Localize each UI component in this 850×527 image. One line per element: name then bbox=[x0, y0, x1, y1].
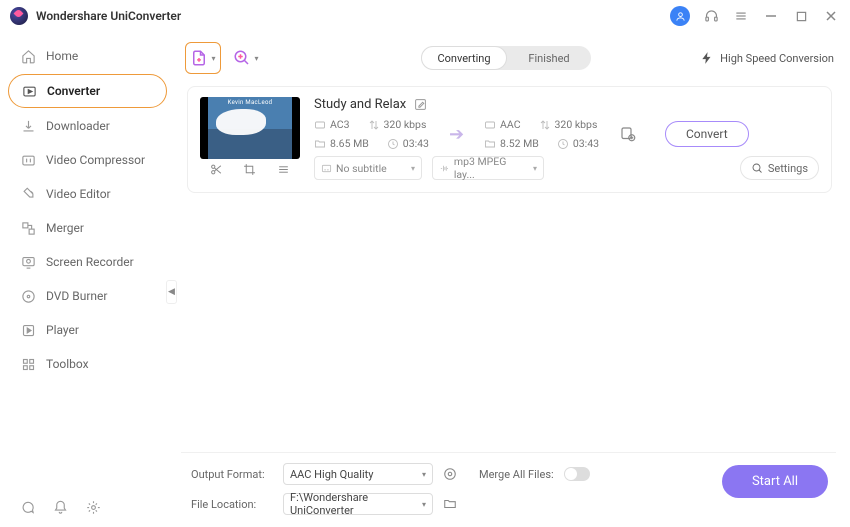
merger-icon bbox=[20, 220, 36, 236]
sidebar-item-label: Merger bbox=[46, 221, 84, 235]
sidebar-item-player[interactable]: Player bbox=[8, 314, 167, 346]
app-logo bbox=[10, 7, 28, 25]
sidebar-item-home[interactable]: Home bbox=[8, 40, 167, 72]
sidebar-item-downloader[interactable]: Downloader bbox=[8, 110, 167, 142]
source-bitrate: 320 kbps bbox=[384, 118, 427, 131]
chevron-down-icon: ▾ bbox=[211, 54, 215, 63]
crop-tool[interactable] bbox=[238, 159, 262, 179]
sidebar-item-label: Home bbox=[46, 49, 78, 63]
sidebar-item-toolbox[interactable]: Toolbox bbox=[8, 348, 167, 380]
close-button[interactable] bbox=[822, 7, 840, 25]
output-format-dropdown[interactable]: AAC High Quality▾ bbox=[283, 463, 433, 485]
output-format-label: Output Format: bbox=[191, 468, 273, 481]
sidebar-item-merger[interactable]: Merger bbox=[8, 212, 167, 244]
target-size: 8.52 MB bbox=[500, 137, 539, 150]
sidebar-item-converter[interactable]: Converter bbox=[8, 74, 167, 108]
source-size: 8.65 MB bbox=[330, 137, 369, 150]
sidebar-item-dvd-burner[interactable]: DVD Burner bbox=[8, 280, 167, 312]
tab-converting[interactable]: Converting bbox=[421, 46, 507, 70]
editor-icon bbox=[20, 186, 36, 202]
arrow-right-icon: ➔ bbox=[449, 124, 464, 145]
source-format: AC3 bbox=[330, 118, 350, 131]
sidebar-item-label: Video Editor bbox=[46, 187, 111, 201]
sidebar-item-label: Screen Recorder bbox=[46, 255, 134, 269]
sidebar-item-label: Player bbox=[46, 323, 79, 337]
file-location-dropdown[interactable]: F:\Wondershare UniConverter▾ bbox=[283, 493, 433, 515]
sidebar-item-label: Toolbox bbox=[46, 357, 89, 371]
start-all-button[interactable]: Start All bbox=[722, 465, 828, 498]
file-card: Kevin MacLeod Study and Relax bbox=[187, 86, 832, 193]
trim-tool[interactable] bbox=[205, 159, 229, 179]
convert-button[interactable]: Convert bbox=[665, 121, 749, 147]
edit-name-icon[interactable] bbox=[414, 98, 427, 111]
file-thumbnail[interactable]: Kevin MacLeod bbox=[200, 97, 300, 159]
maximize-button[interactable] bbox=[792, 7, 810, 25]
file-settings-button[interactable]: Settings bbox=[740, 156, 819, 180]
output-format-info-icon[interactable] bbox=[443, 467, 457, 481]
target-duration: 03:43 bbox=[573, 137, 599, 150]
home-icon bbox=[20, 48, 36, 64]
subtitle-dropdown[interactable]: No subtitle▾ bbox=[314, 156, 422, 180]
player-icon bbox=[20, 322, 36, 338]
sidebar-item-editor[interactable]: Video Editor bbox=[8, 178, 167, 210]
source-duration: 03:43 bbox=[403, 137, 429, 150]
settings-icon[interactable] bbox=[86, 500, 101, 515]
minimize-button[interactable] bbox=[762, 7, 780, 25]
user-avatar[interactable] bbox=[670, 6, 690, 26]
output-settings-icon[interactable] bbox=[619, 125, 637, 143]
converter-icon bbox=[21, 83, 37, 99]
add-url-button[interactable]: ▾ bbox=[229, 43, 263, 73]
merge-all-toggle[interactable] bbox=[564, 467, 590, 481]
audio-track-dropdown[interactable]: mp3 MPEG lay...▾ bbox=[432, 156, 544, 180]
sidebar-item-label: DVD Burner bbox=[46, 289, 107, 303]
tab-finished[interactable]: Finished bbox=[507, 46, 591, 70]
sidebar: Home Converter Downloader Video Compress… bbox=[0, 32, 175, 527]
sidebar-item-label: Video Compressor bbox=[46, 153, 145, 167]
open-folder-icon[interactable] bbox=[443, 497, 457, 511]
dvd-burner-icon bbox=[20, 288, 36, 304]
target-bitrate: 320 kbps bbox=[555, 118, 598, 131]
chevron-down-icon: ▾ bbox=[254, 54, 258, 63]
file-location-label: File Location: bbox=[191, 498, 273, 511]
high-speed-conversion-toggle[interactable]: High Speed Conversion bbox=[700, 51, 834, 65]
sidebar-item-label: Downloader bbox=[46, 119, 110, 133]
target-format: AAC bbox=[500, 118, 520, 131]
effects-tool[interactable] bbox=[271, 159, 295, 179]
collapse-sidebar-button[interactable]: ◀ bbox=[166, 280, 177, 304]
sidebar-item-screen-recorder[interactable]: Screen Recorder bbox=[8, 246, 167, 278]
status-tabs: Converting Finished bbox=[421, 46, 591, 70]
file-name: Study and Relax bbox=[314, 97, 406, 112]
toolbox-icon bbox=[20, 356, 36, 372]
app-title: Wondershare UniConverter bbox=[36, 9, 181, 23]
sidebar-item-label: Converter bbox=[47, 84, 100, 98]
sidebar-item-compressor[interactable]: Video Compressor bbox=[8, 144, 167, 176]
add-file-button[interactable]: ▾ bbox=[185, 42, 221, 74]
screen-recorder-icon bbox=[20, 254, 36, 270]
notification-icon[interactable] bbox=[53, 500, 68, 515]
menu-icon[interactable] bbox=[732, 7, 750, 25]
high-speed-label: High Speed Conversion bbox=[720, 52, 834, 65]
compressor-icon bbox=[20, 152, 36, 168]
feedback-icon[interactable] bbox=[20, 500, 35, 515]
headset-icon[interactable] bbox=[702, 7, 720, 25]
downloader-icon bbox=[20, 118, 36, 134]
merge-label: Merge All Files: bbox=[479, 468, 554, 481]
